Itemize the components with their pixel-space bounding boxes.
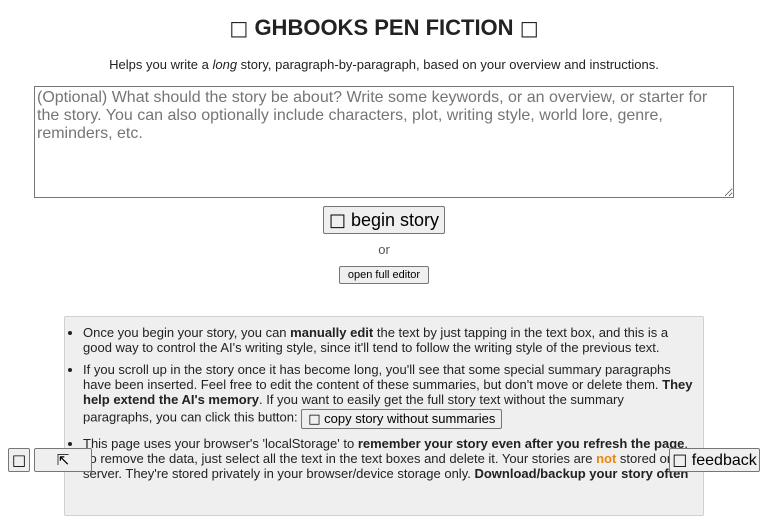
feedback-icon: □ [672,450,688,469]
subtitle-emphasis: long [212,57,238,72]
warning-text: not [596,451,617,466]
open-full-editor-button[interactable]: open full editor [339,266,429,284]
page-title: □ GHBOOKS PEN FICTION □ [0,14,768,42]
title-left-icon: □ [229,16,249,40]
instruction-bold: Download/backup your story often [474,466,689,481]
pen-icon: □ [328,210,346,231]
begin-story-label: begin story [345,210,440,230]
feedback-button[interactable]: □ feedback [669,448,760,472]
instructions-panel: Once you begin your story, you can manua… [64,316,704,516]
instruction-text: Once you begin your story, you can [83,325,291,340]
instruction-item-edit: Once you begin your story, you can manua… [83,325,693,355]
copy-story-without-summaries-button[interactable]: □ copy story without summaries [301,409,503,429]
title-right-icon: □ [519,16,539,40]
instructions-list: Once you begin your story, you can manua… [65,317,703,481]
clipboard-icon: □ [308,412,321,427]
scroll-top-button[interactable]: ⇱ [34,448,92,472]
story-overview-input[interactable] [34,86,734,198]
arrow-up-left-icon: ⇱ [56,451,70,469]
instruction-text: This page uses your browser's 'localStor… [83,436,358,451]
feedback-label: feedback [687,452,757,469]
instruction-text: If you scroll up in the story once it ha… [83,362,671,392]
copy-button-label: copy story without summaries [320,411,496,426]
subtitle-text-before: Helps you write a [109,57,213,72]
begin-story-button[interactable]: □ begin story [323,206,445,234]
corner-icon: □ [11,451,27,469]
instruction-item-storage: This page uses your browser's 'localStor… [83,436,693,481]
instruction-item-summaries: If you scroll up in the story once it ha… [83,362,693,429]
page-subtitle: Helps you write a long story, paragraph-… [0,56,768,73]
title-text: GHBOOKS PEN FICTION [254,15,514,40]
instruction-bold: manually edit [290,325,374,340]
instruction-bold: remember your story even after you refre… [357,436,685,451]
or-separator: or [378,242,390,257]
subtitle-text-after: story, paragraph-by-paragraph, based on … [237,57,659,72]
settings-corner-button[interactable]: □ [8,448,30,472]
